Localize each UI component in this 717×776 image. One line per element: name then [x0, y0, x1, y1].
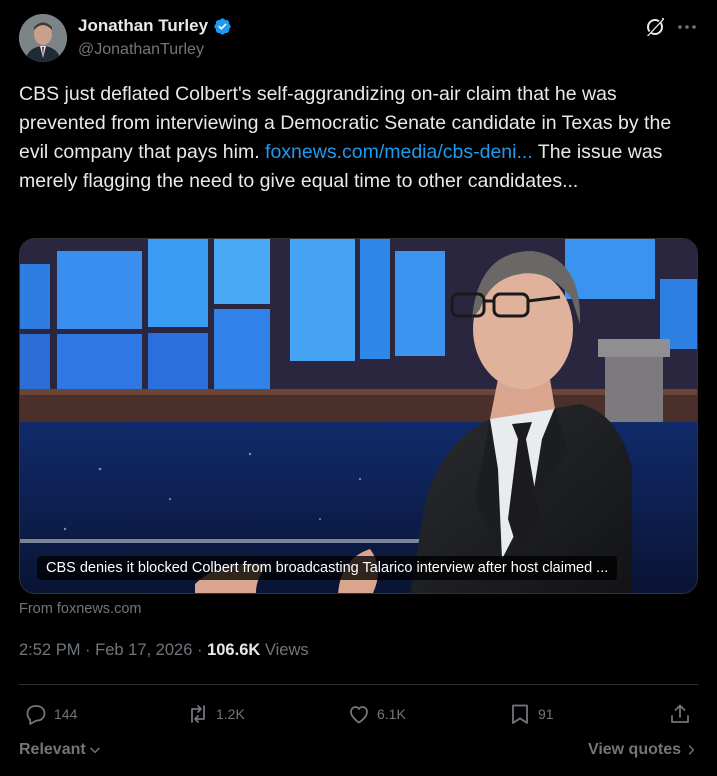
meta-separator: ·	[85, 641, 91, 659]
card-caption: CBS denies it blocked Colbert from broad…	[37, 556, 618, 580]
card-source[interactable]: From foxnews.com	[19, 601, 141, 617]
chevron-right-icon	[688, 745, 695, 755]
repost-icon	[191, 705, 205, 723]
divider	[19, 684, 698, 685]
share-button[interactable]	[668, 702, 692, 726]
bookmark-button[interactable]: 91	[508, 702, 554, 726]
view-quotes-label: View quotes	[587, 741, 681, 758]
bookmark-icon	[512, 704, 528, 724]
reply-count: 144	[54, 706, 78, 722]
avatar[interactable]	[19, 14, 67, 62]
sort-relevant-dropdown[interactable]: Relevant	[19, 741, 102, 759]
more-icon[interactable]	[675, 15, 699, 39]
tweet-link[interactable]: foxnews.com/media/cbs-deni...	[265, 141, 533, 163]
tweet-time[interactable]: 2:52 PM	[19, 641, 80, 659]
views-label: Views	[264, 641, 309, 659]
avatar-photo	[19, 14, 67, 62]
link-card[interactable]: CBS denies it blocked Colbert from broad…	[19, 238, 698, 594]
like-button[interactable]: 6.1K	[347, 702, 406, 726]
view-quotes-link[interactable]: View quotes	[588, 741, 697, 759]
sort-label: Relevant	[19, 741, 86, 758]
tweet-date[interactable]: Feb 17, 2026	[95, 641, 192, 659]
tweet-meta: 2:52 PM · Feb 17, 2026 · 106.6K Views	[19, 641, 309, 660]
author-handle[interactable]: @JonathanTurley	[78, 41, 204, 59]
chevron-down-icon	[89, 747, 100, 754]
bookmark-count: 91	[538, 706, 554, 722]
heart-icon	[350, 706, 368, 724]
verified-badge-icon	[214, 17, 231, 35]
views-count: 106.6K	[207, 641, 261, 659]
card-image	[20, 239, 697, 593]
repost-button[interactable]: 1.2K	[186, 702, 245, 726]
meta-separator-2: ·	[196, 641, 203, 659]
reply-button[interactable]: 144	[24, 702, 77, 726]
author-name-row: Jonathan Turley	[78, 16, 232, 36]
tweet-text: CBS just deflated Colbert's self-aggrand…	[19, 80, 689, 196]
repost-count: 1.2K	[216, 706, 245, 722]
share-icon	[671, 704, 689, 723]
like-count: 6.1K	[377, 706, 406, 722]
grok-icon[interactable]	[643, 15, 667, 39]
author-display-name[interactable]: Jonathan Turley	[78, 16, 208, 36]
reply-icon	[26, 705, 46, 725]
